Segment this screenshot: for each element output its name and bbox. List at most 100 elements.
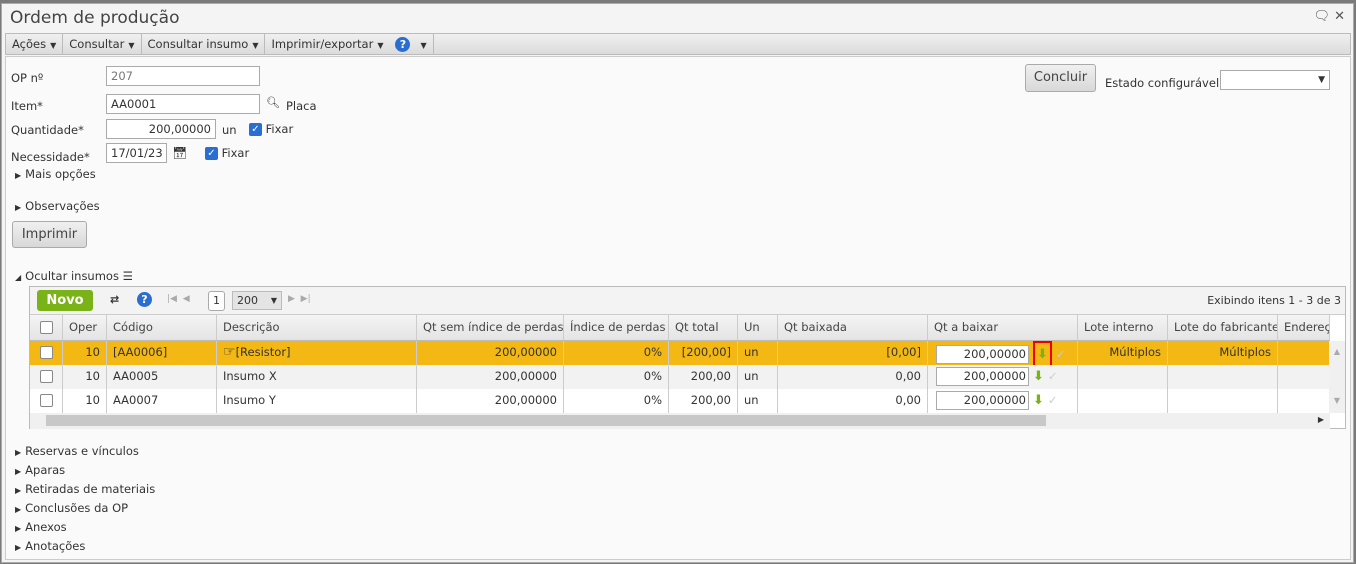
section-toggle[interactable]: ▶ Conclusões da OP xyxy=(15,501,128,515)
col-qt-a-baixar[interactable]: Qt a baixar xyxy=(928,315,1078,340)
mais-opcoes-toggle[interactable]: ▶ Mais opções xyxy=(15,167,96,181)
cell-oper: 10 xyxy=(63,365,107,389)
grid-help-icon[interactable]: ? xyxy=(137,292,152,307)
table-row[interactable]: 10 [AA0006] ☞[Resistor] 200,00000 0% [20… xyxy=(30,341,1330,365)
cell-lote-fabricante: Múltiplos xyxy=(1168,341,1278,365)
items-summary: Exibindo itens 1 - 3 de 3 xyxy=(1207,294,1341,307)
checkbox[interactable] xyxy=(39,346,53,359)
col-endereco[interactable]: Endereço xyxy=(1278,315,1330,340)
checkbox[interactable] xyxy=(39,370,53,383)
qt-a-baixar-input[interactable]: 200,00000 xyxy=(936,391,1029,410)
necessity-date-field[interactable]: 17/01/23 xyxy=(106,143,167,163)
download-arrow-icon[interactable]: ⬇ xyxy=(1033,365,1044,388)
chevron-down-icon: ▼ xyxy=(128,41,135,50)
estado-select[interactable]: ▼ xyxy=(1220,70,1330,90)
comment-icon[interactable]: 🗨 xyxy=(1313,9,1330,24)
checkbox[interactable] xyxy=(39,394,53,407)
last-page-icon[interactable]: ▶| xyxy=(301,294,311,304)
calendar-icon[interactable]: 📅︎ xyxy=(172,146,187,160)
item-field[interactable]: AA0001 xyxy=(106,94,260,114)
col-codigo[interactable]: Código xyxy=(107,315,217,340)
list-icon[interactable]: ☰ xyxy=(123,269,133,283)
ocultar-insumos-toggle[interactable]: ◢ Ocultar insumos ☰ xyxy=(15,269,133,283)
menu-label: Imprimir/exportar xyxy=(271,37,374,51)
scroll-right-icon[interactable]: ▶ xyxy=(1318,415,1324,424)
col-lote-interno[interactable]: Lote interno xyxy=(1078,315,1168,340)
qt-a-baixar-input[interactable]: 200,00000 xyxy=(936,345,1029,364)
col-qt-baixada[interactable]: Qt baixada xyxy=(778,315,928,340)
menu-consultar[interactable]: Consultar ▼ xyxy=(63,34,142,54)
menu-imprimir-exportar[interactable]: Imprimir/exportar ▼ xyxy=(265,34,389,54)
col-lote-fabricante[interactable]: Lote do fabricante xyxy=(1168,315,1278,340)
col-descricao[interactable]: Descrição xyxy=(217,315,417,340)
novo-button[interactable]: Novo xyxy=(37,290,93,311)
horizontal-scrollbar[interactable]: ▶ xyxy=(30,413,1330,429)
vertical-scrollbar[interactable]: ▲ ▼ xyxy=(1329,341,1345,413)
next-page-icon[interactable]: ▶ xyxy=(288,294,295,304)
cell-oper: 10 xyxy=(63,341,107,365)
section-label: Mais opções xyxy=(25,167,96,181)
concluir-button[interactable]: Concluir xyxy=(1025,64,1096,92)
quantity-field[interactable]: 200,00000 xyxy=(106,119,216,139)
check-icon[interactable]: ✓ xyxy=(1048,393,1058,407)
row-checkbox[interactable] xyxy=(30,389,63,413)
section-toggle[interactable]: ▶ Aparas xyxy=(15,463,65,477)
caret-right-icon: ▶ xyxy=(15,486,22,495)
section-toggle[interactable]: ▶ Retiradas de materiais xyxy=(15,482,155,496)
section-toggle[interactable]: ▶ Reservas e vínculos xyxy=(15,444,139,458)
table-row[interactable]: 10 AA0005 Insumo X 200,00000 0% 200,00 u… xyxy=(30,365,1330,389)
col-un[interactable]: Un xyxy=(738,315,778,340)
checkbox-checked[interactable]: ✓ xyxy=(205,147,218,160)
cell-indice-perdas: 0% xyxy=(564,365,669,389)
op-number-field[interactable]: 207 xyxy=(106,66,260,86)
imprimir-button[interactable]: Imprimir xyxy=(12,221,87,248)
refresh-icon[interactable]: ⇄ xyxy=(110,293,119,306)
fixar-label: Fixar xyxy=(221,146,250,160)
page-number-input[interactable]: 1 xyxy=(208,291,225,311)
section-toggle[interactable]: ▶ Anotações xyxy=(15,539,85,553)
scroll-up-icon[interactable]: ▲ xyxy=(1329,347,1345,356)
descricao-text: [Resistor] xyxy=(235,345,291,359)
download-arrow-icon[interactable]: ⬇ xyxy=(1033,341,1052,365)
window-title: Ordem de produção xyxy=(10,8,180,28)
cell-qt-a-baixar: 200,00000 ⬇ ✓ xyxy=(928,389,1078,413)
caret-right-icon: ▶ xyxy=(15,203,22,212)
row-checkbox[interactable] xyxy=(30,365,63,389)
cell-descricao: Insumo Y xyxy=(217,389,417,413)
col-indice-perdas[interactable]: Índice de perdas xyxy=(564,315,669,340)
col-oper[interactable]: Oper xyxy=(63,315,107,340)
page-size-select[interactable]: 200 ▼ xyxy=(232,291,282,310)
first-page-icon[interactable]: |◀ xyxy=(167,294,177,304)
menu-consultar-insumo[interactable]: Consultar insumo ▼ xyxy=(142,34,266,54)
checkbox[interactable] xyxy=(39,321,53,334)
descricao-text: Insumo X xyxy=(223,369,277,383)
search-icon[interactable]: 🔍︎ xyxy=(266,96,280,109)
scroll-thumb[interactable] xyxy=(46,415,1046,426)
check-icon[interactable]: ✓ xyxy=(1048,369,1058,383)
section-label: Anexos xyxy=(25,520,67,534)
section-toggle[interactable]: ▶ Anexos xyxy=(15,520,67,534)
menu-acoes[interactable]: Ações ▼ xyxy=(6,34,64,54)
check-icon[interactable]: ✓ xyxy=(1056,347,1066,361)
row-checkbox[interactable] xyxy=(30,341,63,365)
table-row[interactable]: 10 AA0007 Insumo Y 200,00000 0% 200,00 u… xyxy=(30,389,1330,413)
fixar-date-checkbox[interactable]: ✓ Fixar xyxy=(205,146,249,160)
col-qt-total[interactable]: Qt total xyxy=(669,315,738,340)
prev-page-icon[interactable]: ◀ xyxy=(183,294,190,304)
caret-right-icon: ▶ xyxy=(15,467,22,476)
col-qt-sem-indice[interactable]: Qt sem índice de perdas xyxy=(417,315,564,340)
download-arrow-icon[interactable]: ⬇ xyxy=(1033,389,1044,412)
close-icon[interactable]: ✕ xyxy=(1334,9,1345,24)
fixar-quantity-checkbox[interactable]: ✓ Fixar xyxy=(249,122,293,136)
scroll-down-icon[interactable]: ▼ xyxy=(1329,396,1345,405)
checkbox-checked[interactable]: ✓ xyxy=(249,123,262,136)
qt-a-baixar-input[interactable]: 200,00000 xyxy=(936,367,1029,386)
caret-down-icon: ◢ xyxy=(15,273,22,282)
select-all-checkbox[interactable] xyxy=(30,315,63,340)
production-order-window: Ordem de produção 🗨 ✕ Ações ▼ Consultar ▼ … xyxy=(1,3,1354,563)
cell-endereco xyxy=(1278,389,1330,413)
menu-help[interactable]: ? ▼ xyxy=(389,34,434,54)
op-label: OP nº xyxy=(11,71,44,85)
item-description: Placa xyxy=(286,99,317,113)
observacoes-toggle[interactable]: ▶ Observações xyxy=(15,199,100,213)
